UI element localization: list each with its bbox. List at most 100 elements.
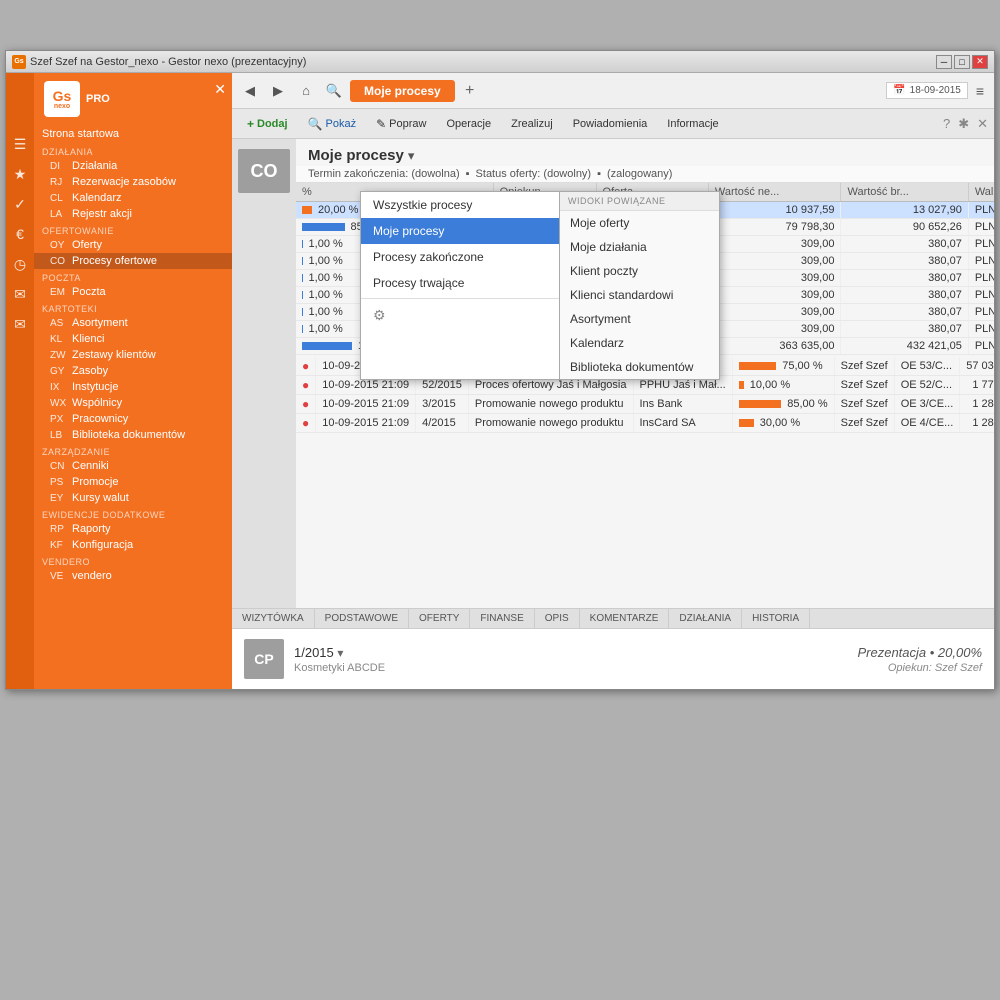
tab-wizytowka[interactable]: WIZYTÓWKA (232, 609, 315, 628)
sidebar-item-vendero[interactable]: VEvendero (34, 568, 232, 584)
toolbar-menu-button[interactable]: ≡ (972, 81, 988, 101)
dropdown-arrow[interactable]: ▾ (408, 148, 415, 164)
operations-button[interactable]: Operacje (437, 114, 500, 134)
col-net[interactable]: Wartość ne... (708, 183, 841, 202)
sidebar-item-raporty[interactable]: RPRaporty (34, 521, 232, 537)
sidebar-item-rejestr[interactable]: LARejestr akcji (34, 206, 232, 222)
active-tab[interactable]: Moje procesy (350, 80, 455, 102)
close-panel-icon[interactable]: ✕ (977, 116, 988, 132)
detail-num: 3/2015 (416, 395, 469, 414)
sidebar-item-asortyment[interactable]: ASAsortyment (34, 315, 232, 331)
sidebar-item-dzialania[interactable]: DIDziałania (34, 158, 232, 174)
cell-waluta: PLN (968, 236, 994, 253)
sidebar-item-promocje[interactable]: PSPromocje (34, 474, 232, 490)
dropdown-header-text[interactable]: Moje procesy (308, 147, 404, 164)
related-item-biblioteka[interactable]: Biblioteka dokumentów (560, 355, 719, 379)
sidebar-item-wspolnicy[interactable]: WXWspólnicy (34, 395, 232, 411)
related-item-kalendarz[interactable]: Kalendarz (560, 331, 719, 355)
close-button[interactable]: ✕ (972, 55, 988, 69)
tab-komentarze[interactable]: KOMENTARZE (580, 609, 670, 628)
home-button[interactable]: ⌂ (294, 79, 318, 103)
sidebar-item-poczta[interactable]: EMPoczta (34, 284, 232, 300)
sidebar-item-instytucje[interactable]: IXInstytucje (34, 379, 232, 395)
related-label: WIDOKI POWIĄZANE (560, 192, 719, 211)
col-br[interactable]: Wartość br... (841, 183, 968, 202)
related-item-klienci-std[interactable]: Klienci standardowi (560, 283, 719, 307)
rail-icon-mail1[interactable]: ✉ (9, 283, 31, 305)
tab-finanse[interactable]: FINANSE (470, 609, 534, 628)
info-button[interactable]: Informacje (658, 114, 727, 134)
settings-icon[interactable]: ✱ (958, 116, 969, 132)
maximize-button[interactable]: □ (954, 55, 970, 69)
content-section: CO Procesy Wszystkie procesy Moje proces… (232, 139, 994, 608)
dropdown-gear-icon[interactable]: ⚙ (361, 301, 559, 330)
help-icon[interactable]: ? (943, 116, 950, 131)
dropdown-main: Wszystkie procesy Moje procesy Procesy z… (360, 191, 560, 380)
related-item-dzialania[interactable]: Moje działania (560, 235, 719, 259)
sidebar-item-oferty[interactable]: OYOferty (34, 237, 232, 253)
detail-date: 10-09-2015 21:09 (316, 414, 416, 433)
cell-net: 309,00 (708, 304, 841, 321)
show-button[interactable]: 🔍 Pokaż (299, 113, 366, 135)
sidebar-item-kursy[interactable]: EYKursy walut (34, 490, 232, 506)
rail-icon-star[interactable]: ★ (9, 163, 31, 185)
realize-button[interactable]: Zrealizuj (502, 114, 562, 134)
related-item-oferty[interactable]: Moje oferty (560, 211, 719, 235)
rail-icon-menu[interactable]: ☰ (9, 133, 31, 155)
filter-status[interactable]: Status oferty: (dowolny) (476, 168, 592, 180)
tab-historia[interactable]: HISTORIA (742, 609, 810, 628)
cell-br: 380,07 (841, 287, 968, 304)
sidebar-item-pracownicy[interactable]: PXPracownicy (34, 411, 232, 427)
sidebar-item-zestawy[interactable]: ZWZestawy klientów (34, 347, 232, 363)
sidebar-item-kalendarz[interactable]: CLKalendarz (34, 190, 232, 206)
tab-podstawowe[interactable]: PODSTAWOWE (315, 609, 409, 628)
bottom-left: CP 1/2015 ▾ Kosmetyki ABCDE (244, 639, 385, 679)
add-tab-button[interactable]: + (459, 80, 481, 102)
sidebar-item-klienci[interactable]: KLKlienci (34, 331, 232, 347)
forward-button[interactable]: ▶ (266, 79, 290, 103)
detail-opiekun: Szef Szef (834, 357, 894, 376)
calendar-date: 18-09-2015 (910, 85, 961, 96)
minimize-button[interactable]: ─ (936, 55, 952, 69)
search-button[interactable]: 🔍 (322, 79, 346, 103)
dropdown-related: WIDOKI POWIĄZANE Moje oferty Moje działa… (560, 191, 720, 380)
detail-row[interactable]: ● 10-09-2015 21:09 3/2015 Promowanie now… (296, 395, 994, 414)
related-item-klient-poczty[interactable]: Klient poczty (560, 259, 719, 283)
sidebar-item-procesy[interactable]: COProcesy ofertowe (34, 253, 232, 269)
bottom-avatar: CP (244, 639, 284, 679)
cell-waluta: PLN (968, 304, 994, 321)
sidebar-home[interactable]: Strona startowa (34, 125, 232, 143)
col-waluta[interactable]: Waluta (968, 183, 994, 202)
rail-icon-mail2[interactable]: ✉ (9, 313, 31, 335)
bottom-title-text: 1/2015 (294, 645, 334, 660)
back-button[interactable]: ◀ (238, 79, 262, 103)
rail-icon-check[interactable]: ✓ (9, 193, 31, 215)
detail-row[interactable]: ● 10-09-2015 21:09 4/2015 Promowanie now… (296, 414, 994, 433)
tab-opis[interactable]: OPIS (535, 609, 580, 628)
sidebar-logo: Gs nexo PRO (34, 73, 232, 125)
sidebar-item-biblioteka[interactable]: LBBiblioteka dokumentów (34, 427, 232, 443)
sidebar-item-konfiguracja[interactable]: KFKonfiguracja (34, 537, 232, 553)
cell-br: 380,07 (841, 304, 968, 321)
rail-icon-clock[interactable]: ◷ (9, 253, 31, 275)
sidebar-item-cenniki[interactable]: CNCenniki (34, 458, 232, 474)
dropdown-item-ongoing[interactable]: Procesy trwające (361, 270, 559, 296)
filter-term[interactable]: Termin zakończenia: (dowolna) (308, 168, 460, 180)
edit-button[interactable]: ✎ Popraw (367, 113, 435, 135)
dropdown-item-finished[interactable]: Procesy zakończone (361, 244, 559, 270)
tab-dzialania[interactable]: DZIAŁANIA (669, 609, 742, 628)
add-button[interactable]: + Dodaj (238, 113, 297, 135)
bottom-right: Prezentacja • 20,00% Opiekun: Szef Szef (857, 645, 982, 674)
dropdown-item-mine[interactable]: Moje procesy (361, 218, 559, 244)
cell-net: 309,00 (708, 287, 841, 304)
bottom-title-arrow[interactable]: ▾ (337, 646, 343, 660)
rail-icon-euro[interactable]: € (9, 223, 31, 245)
notifications-button[interactable]: Powiadomienia (564, 114, 657, 134)
tab-oferty[interactable]: OFERTY (409, 609, 470, 628)
dropdown-item-all[interactable]: Wszystkie procesy (361, 192, 559, 218)
filter-logged: (zalogowany) (607, 168, 672, 180)
related-item-asortyment[interactable]: Asortyment (560, 307, 719, 331)
sidebar-item-rezerwacje[interactable]: RJRezerwacje zasobów (34, 174, 232, 190)
sidebar-close-button[interactable]: ✕ (214, 81, 226, 98)
sidebar-item-zasoby[interactable]: GYZasoby (34, 363, 232, 379)
